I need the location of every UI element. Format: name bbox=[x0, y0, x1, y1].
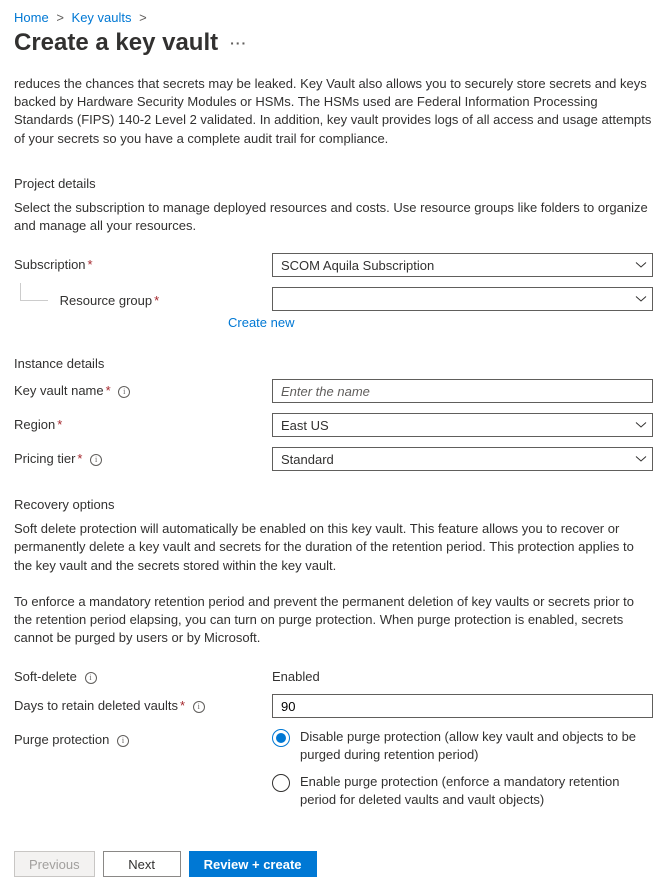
subscription-label: Subscription* bbox=[14, 253, 272, 272]
chevron-right-icon: > bbox=[139, 10, 147, 25]
purge-disable-label: Disable purge protection (allow key vaul… bbox=[300, 728, 653, 763]
breadcrumb-home[interactable]: Home bbox=[14, 10, 49, 25]
page-title: Create a key vault ··· bbox=[14, 29, 653, 57]
resource-group-label: Resource group* bbox=[60, 287, 160, 308]
next-button[interactable]: Next bbox=[103, 851, 181, 877]
tree-connector-icon bbox=[20, 283, 48, 301]
keyvault-name-label: Key vault name* i bbox=[14, 379, 272, 398]
purge-enable-radio[interactable] bbox=[272, 774, 290, 792]
info-icon[interactable]: i bbox=[118, 386, 130, 398]
recovery-desc-1: Soft delete protection will automaticall… bbox=[14, 520, 653, 575]
project-details-heading: Project details bbox=[14, 176, 653, 191]
recovery-options-heading: Recovery options bbox=[14, 497, 653, 512]
retention-days-input[interactable] bbox=[281, 699, 644, 714]
region-label: Region* bbox=[14, 413, 272, 432]
resource-group-select[interactable] bbox=[272, 287, 653, 311]
intro-text: reduces the chances that secrets may be … bbox=[14, 75, 653, 148]
wizard-footer: Previous Next Review + create bbox=[14, 851, 653, 877]
info-icon[interactable]: i bbox=[193, 701, 205, 713]
page-title-text: Create a key vault bbox=[14, 29, 218, 57]
info-icon[interactable]: i bbox=[117, 735, 129, 747]
breadcrumb: Home > Key vaults > bbox=[14, 10, 653, 25]
purge-disable-radio[interactable] bbox=[272, 729, 290, 747]
retention-days-label: Days to retain deleted vaults* i bbox=[14, 694, 272, 713]
recovery-desc-2: To enforce a mandatory retention period … bbox=[14, 593, 653, 648]
breadcrumb-keyvaults[interactable]: Key vaults bbox=[72, 10, 132, 25]
info-icon[interactable]: i bbox=[85, 672, 97, 684]
info-icon[interactable]: i bbox=[90, 454, 102, 466]
purge-protection-label: Purge protection i bbox=[14, 728, 272, 747]
keyvault-name-input[interactable] bbox=[281, 384, 644, 399]
previous-button: Previous bbox=[14, 851, 95, 877]
create-new-link[interactable]: Create new bbox=[228, 315, 294, 330]
project-details-desc: Select the subscription to manage deploy… bbox=[14, 199, 653, 235]
soft-delete-value: Enabled bbox=[272, 665, 653, 684]
instance-details-heading: Instance details bbox=[14, 356, 653, 371]
chevron-right-icon: > bbox=[56, 10, 64, 25]
purge-enable-label: Enable purge protection (enforce a manda… bbox=[300, 773, 653, 808]
review-create-button[interactable]: Review + create bbox=[189, 851, 317, 877]
soft-delete-label: Soft-delete i bbox=[14, 665, 272, 684]
region-select[interactable]: East US bbox=[272, 413, 653, 437]
subscription-select[interactable]: SCOM Aquila Subscription bbox=[272, 253, 653, 277]
pricing-tier-select[interactable]: Standard bbox=[272, 447, 653, 471]
pricing-tier-label: Pricing tier* i bbox=[14, 447, 272, 466]
more-icon[interactable]: ··· bbox=[230, 35, 247, 51]
